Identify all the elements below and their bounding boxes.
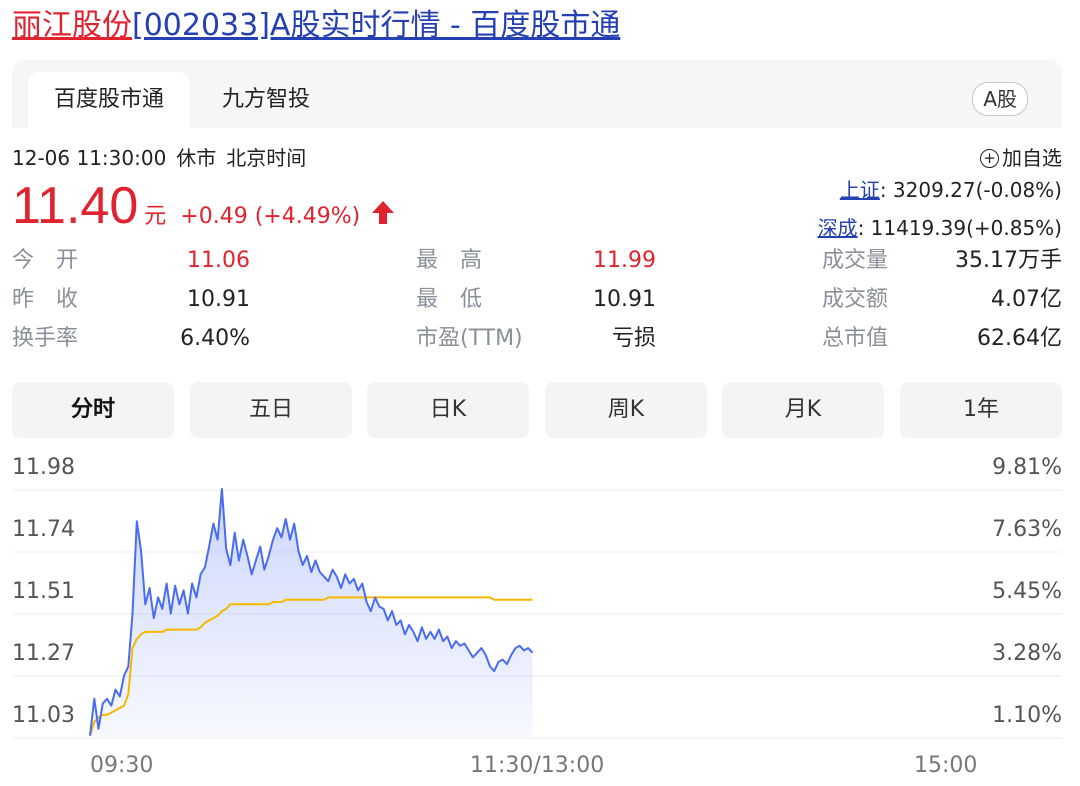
y-tick-right: 9.81% (992, 455, 1062, 480)
y-tick-left: 11.98 (12, 455, 75, 480)
y-tick-left: 11.27 (12, 641, 75, 666)
x-tick: 15:00 (914, 753, 978, 778)
y-tick-right: 3.28% (992, 641, 1062, 666)
y-tick-left: 11.74 (12, 517, 75, 542)
intraday-chart[interactable] (0, 0, 1080, 786)
y-tick-left: 11.51 (12, 579, 75, 604)
x-tick: 09:30 (90, 753, 154, 778)
y-tick-right: 7.63% (992, 517, 1062, 542)
y-tick-left: 11.03 (12, 703, 75, 728)
x-tick: 11:30/13:00 (470, 753, 605, 778)
y-tick-right: 1.10% (992, 703, 1062, 728)
y-tick-right: 5.45% (992, 579, 1062, 604)
